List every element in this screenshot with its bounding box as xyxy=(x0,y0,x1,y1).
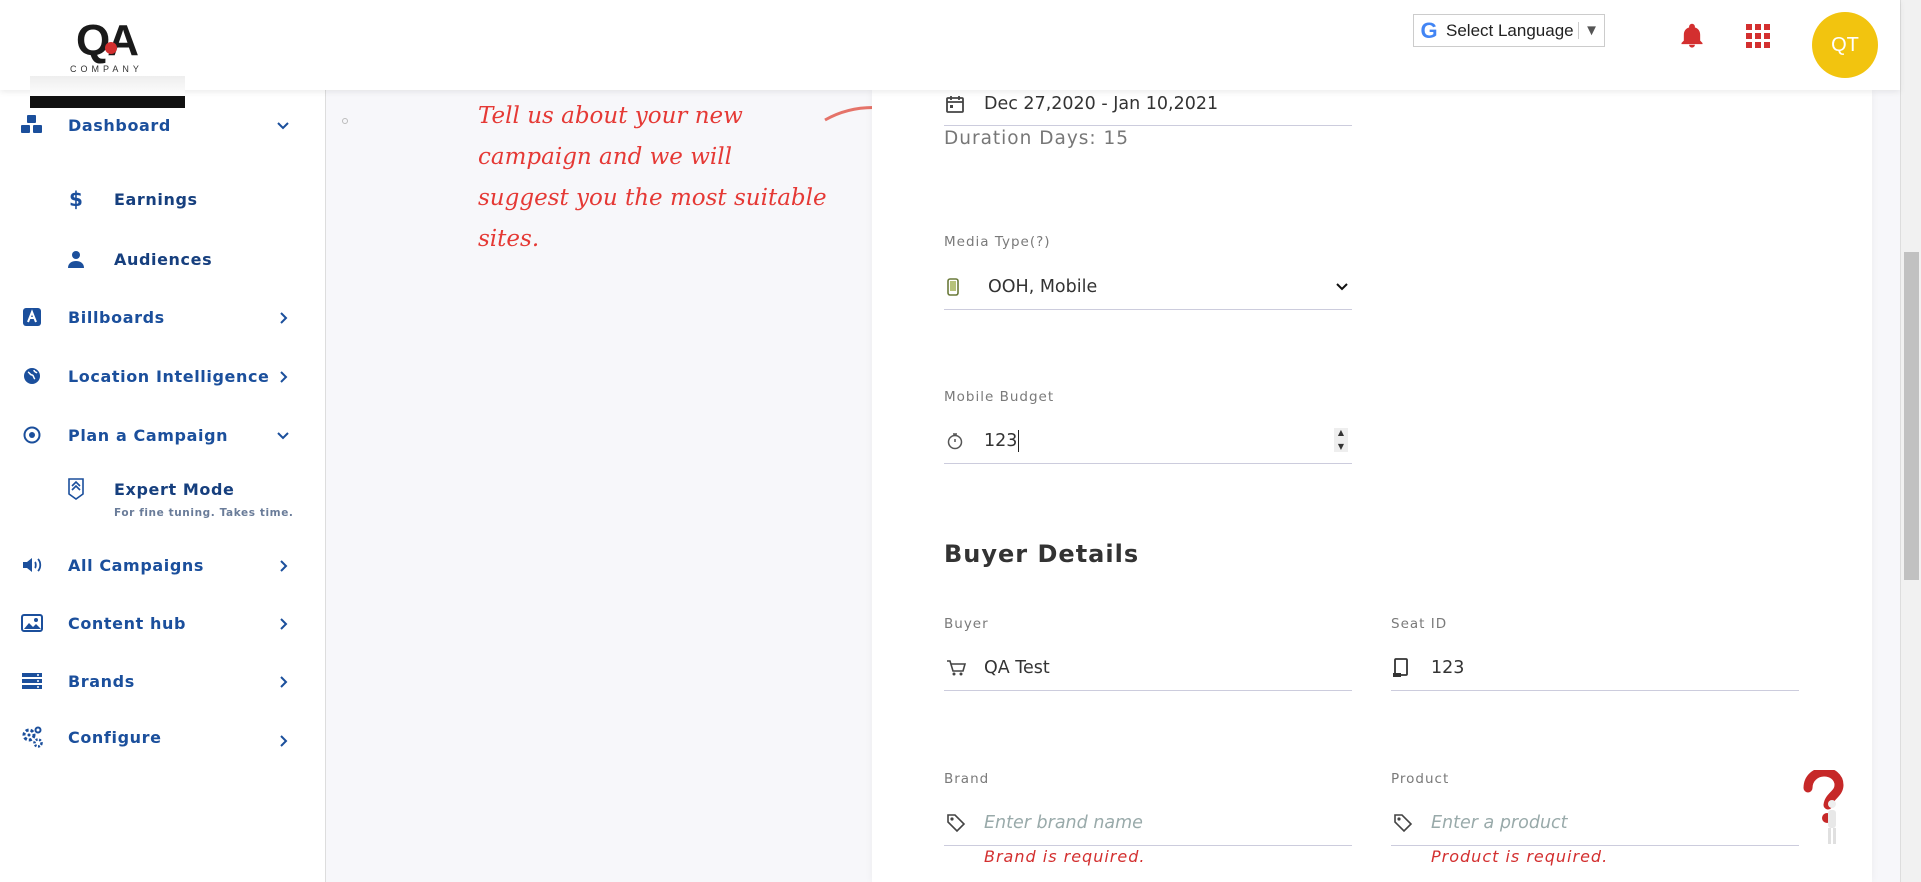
sidebar-item-label: Expert Mode xyxy=(114,479,235,499)
brand-label: Brand xyxy=(944,771,990,787)
tag-icon xyxy=(1391,813,1431,833)
chevron-down-icon xyxy=(276,428,290,442)
mobile-budget-value: 123 xyxy=(984,430,1018,451)
sidebar-item-all-campaigns[interactable]: All Campaigns xyxy=(0,545,326,585)
stepper-up-icon[interactable]: ▲ xyxy=(1338,428,1344,438)
chevron-right-icon xyxy=(276,369,290,383)
chevron-right-icon xyxy=(276,674,290,688)
expert-badge-icon xyxy=(64,477,88,501)
user-avatar[interactable]: QT xyxy=(1812,12,1878,78)
top-bar: QA COMPANY G Select Language ▼ QT xyxy=(0,0,1900,108)
stepper-down-icon[interactable]: ▼ xyxy=(1338,442,1344,452)
scrollbar-thumb[interactable] xyxy=(1904,252,1919,580)
text-caret xyxy=(1018,429,1020,452)
logo-shadow xyxy=(30,76,185,98)
sidebar-item-configure[interactable]: Configure xyxy=(0,717,326,757)
sidebar-item-audiences[interactable]: Audiences xyxy=(0,239,326,279)
tablet-icon xyxy=(1391,657,1431,678)
sidebar-item-content-hub[interactable]: Content hub xyxy=(0,603,326,643)
sidebar-item-location-intelligence[interactable]: Location Intelligence xyxy=(0,356,326,396)
sidebar-item-label: All Campaigns xyxy=(68,555,205,575)
cogs-icon xyxy=(20,725,44,749)
product-label: Product xyxy=(1391,771,1450,787)
sidebar: Dashboard $ Earnings Audiences Billboard… xyxy=(0,90,326,882)
step-dot xyxy=(342,118,348,124)
person-icon xyxy=(64,247,88,271)
sidebar-item-expert-mode[interactable]: Expert Mode xyxy=(0,469,326,509)
sidebar-item-label: Dashboard xyxy=(68,115,171,135)
language-select[interactable]: G Select Language ▼ xyxy=(1413,14,1605,47)
logo-subtitle: COMPANY xyxy=(70,64,143,74)
cubes-icon xyxy=(20,113,44,137)
seat-id-value: 123 xyxy=(1431,657,1465,678)
budget-timer-icon xyxy=(944,432,984,450)
product-error: Product is required. xyxy=(1431,847,1609,866)
google-icon: G xyxy=(1420,17,1438,43)
chevron-right-icon xyxy=(276,616,290,630)
help-question-icon[interactable] xyxy=(1800,770,1848,846)
sidebar-item-dashboard[interactable]: Dashboard xyxy=(0,105,326,145)
image-icon xyxy=(20,611,44,635)
billboard-icon xyxy=(20,305,44,329)
media-type-select[interactable]: OOH, Mobile xyxy=(944,264,1352,310)
buyer-field[interactable]: QA Test xyxy=(944,645,1352,691)
language-label: Select Language xyxy=(1446,20,1574,40)
buyer-label: Buyer xyxy=(944,616,989,632)
campaign-hint-text: Tell us about your new campaign and we w… xyxy=(478,103,827,252)
number-stepper[interactable]: ▲ ▼ xyxy=(1334,428,1348,452)
sidebar-item-label: Content hub xyxy=(68,613,187,633)
company-logo[interactable]: QA COMPANY xyxy=(30,10,185,108)
campaign-form-card xyxy=(872,90,1872,882)
calendar-icon xyxy=(944,95,984,113)
sidebar-item-brands[interactable]: Brands xyxy=(0,661,326,701)
sidebar-item-plan-a-campaign[interactable]: Plan a Campaign xyxy=(0,415,326,455)
dropdown-arrow-icon: ▼ xyxy=(1578,22,1604,39)
sidebar-item-label: Plan a Campaign xyxy=(68,425,229,445)
sidebar-item-label: Location Intelligence xyxy=(68,366,270,386)
brand-field[interactable] xyxy=(944,800,1352,846)
sidebar-item-label: Earnings xyxy=(114,189,198,209)
sidebar-item-billboards[interactable]: Billboards xyxy=(0,297,326,337)
chevron-right-icon xyxy=(276,733,290,747)
globe-icon xyxy=(20,364,44,388)
brand-input[interactable] xyxy=(984,812,1314,833)
mobile-budget-input[interactable]: 123 ▲ ▼ xyxy=(944,418,1352,464)
date-range-value: Dec 27,2020 - Jan 10,2021 xyxy=(984,93,1219,114)
target-icon xyxy=(20,423,44,447)
mobile-icon xyxy=(944,277,984,296)
cart-icon xyxy=(944,659,984,677)
seat-id-label: Seat ID xyxy=(1391,616,1448,632)
logo-check-icon xyxy=(105,42,117,54)
expert-mode-description: For fine tuning. Takes time. xyxy=(114,507,294,519)
seat-id-field[interactable]: 123 xyxy=(1391,645,1799,691)
duration-days: Duration Days: 15 xyxy=(944,128,1130,149)
product-field[interactable] xyxy=(1391,800,1799,846)
list-icon xyxy=(20,669,44,693)
notification-bell-icon[interactable] xyxy=(1678,22,1706,50)
buyer-value: QA Test xyxy=(984,657,1050,678)
sidebar-item-label: Configure xyxy=(68,727,162,747)
media-type-label: Media Type(?) xyxy=(944,234,1051,250)
logo-bar xyxy=(30,96,185,108)
mobile-budget-label: Mobile Budget xyxy=(944,389,1055,405)
brand-error: Brand is required. xyxy=(984,847,1146,866)
sidebar-item-label: Audiences xyxy=(114,249,213,269)
logo-mark: QA xyxy=(76,16,139,65)
chevron-right-icon xyxy=(276,310,290,324)
dollar-icon: $ xyxy=(69,187,83,211)
page-scrollbar[interactable] xyxy=(1900,0,1921,882)
apps-grid-icon[interactable] xyxy=(1746,24,1770,48)
sidebar-item-label: Billboards xyxy=(68,307,165,327)
chevron-down-icon xyxy=(1332,280,1352,294)
buyer-details-heading: Buyer Details xyxy=(944,540,1140,568)
sidebar-item-earnings[interactable]: $ Earnings xyxy=(0,179,326,219)
sidebar-item-label: Brands xyxy=(68,671,135,691)
chevron-down-icon xyxy=(276,118,290,132)
tag-icon xyxy=(944,813,984,833)
product-input[interactable] xyxy=(1431,812,1761,833)
chevron-right-icon xyxy=(276,558,290,572)
speaker-icon xyxy=(20,553,44,577)
media-type-value: OOH, Mobile xyxy=(988,276,1098,297)
